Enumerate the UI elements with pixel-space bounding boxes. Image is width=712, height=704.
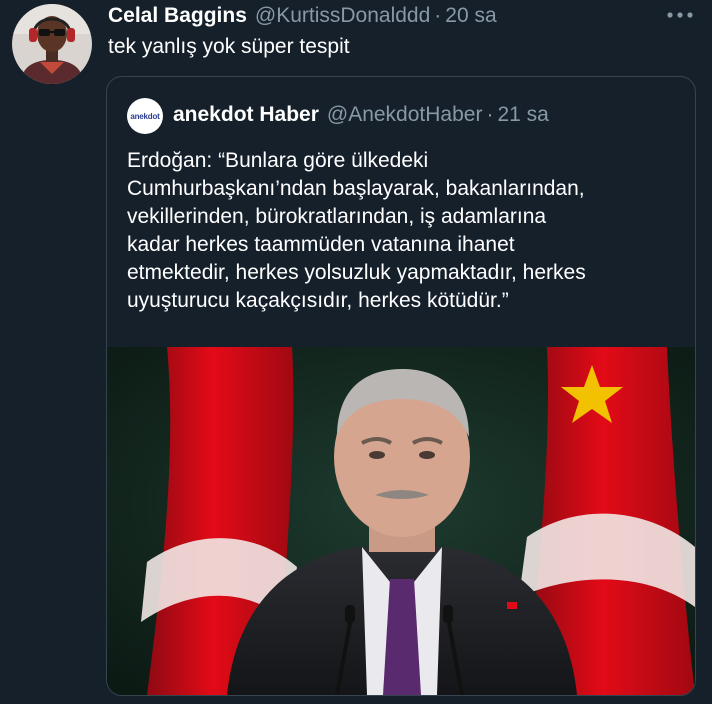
quoted-tweet-text: Erdoğan: “Bunlara göre ülkedeki Cumhurba…: [127, 147, 687, 315]
quoted-text-line: kadar herkes taammüden vatanına ihanet: [127, 233, 515, 256]
quoted-text-line: uyuşturucu kaçakçısıdır, herkes kötüdür.…: [127, 289, 509, 312]
quoted-timestamp[interactable]: 21 sa: [497, 103, 548, 127]
separator-dot: ·: [434, 4, 442, 27]
quoted-photo[interactable]: [107, 347, 695, 695]
quoted-text-line: Erdoğan: “Bunlara göre ülkedeki: [127, 149, 429, 172]
tweet-header: Celal Baggins @KurtissDonalddd · 20 sa: [108, 4, 497, 28]
quoted-avatar-logo: anekdot: [130, 111, 160, 121]
tweet-text: tek yanlış yok süper tespit: [108, 35, 350, 58]
quoted-tweet-header: anekdot Haber @AnekdotHaber · 21 sa: [173, 103, 549, 127]
quoted-tweet-card[interactable]: anekdot anekdot Haber @AnekdotHaber · 21…: [106, 76, 696, 696]
quoted-avatar[interactable]: anekdot: [127, 98, 163, 134]
user-handle[interactable]: @KurtissDonalddd: [255, 4, 430, 28]
quoted-user-handle[interactable]: @AnekdotHaber: [327, 103, 483, 127]
more-horizontal-icon[interactable]: [664, 8, 696, 22]
quoted-separator-dot: ·: [486, 103, 494, 126]
quoted-text-line: vekillerinden, bürokratlarından, iş adam…: [127, 205, 547, 228]
display-name[interactable]: Celal Baggins: [108, 4, 247, 28]
timestamp[interactable]: 20 sa: [445, 4, 496, 28]
tweet: Celal Baggins @KurtissDonalddd · 20 sa t…: [0, 0, 712, 704]
quoted-text-line: etmektedir, herkes yolsuzluk yapmaktadır…: [127, 261, 586, 284]
avatar[interactable]: [12, 4, 92, 84]
quoted-text-line: Cumhurbaşkanı’ndan başlayarak, bakanları…: [127, 177, 585, 200]
quoted-display-name[interactable]: anekdot Haber: [173, 103, 319, 127]
